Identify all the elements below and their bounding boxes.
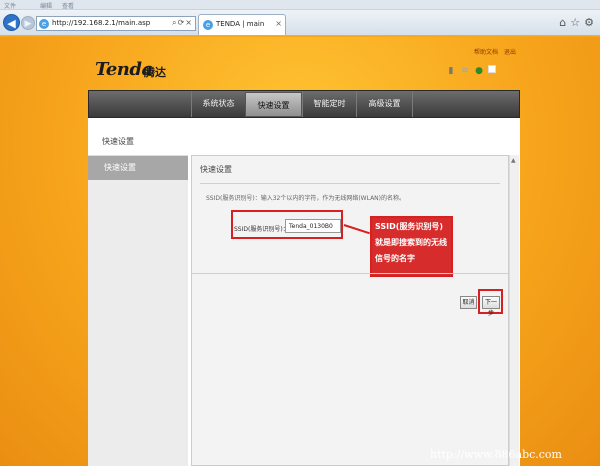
ssid-description: SSID(服务识别号)：输入32个以内的字符，作为无线网络(WLAN)的名称。 — [206, 195, 406, 202]
browser-toolbar: ◀ ▶ e http://192.168.2.1/main.asp ⌕⟳× e … — [0, 10, 600, 36]
help-link[interactable]: 帮助文档 — [474, 49, 498, 56]
wifi-icon: ≋ — [461, 66, 469, 76]
tab-system-status[interactable]: 系统状态 — [191, 91, 245, 117]
ssid-callout: SSID(服务识别号)就是即搜索到的无线信号的名字 — [370, 216, 453, 277]
home-icon[interactable]: ⌂ — [559, 16, 566, 29]
main-navigation: 系统状态 快速设置 智能定时 高级设置 — [88, 90, 520, 118]
header-links: 帮助文档 退出 — [474, 47, 522, 56]
globe-icon: ● — [475, 66, 483, 76]
menu-item-edit[interactable]: 编辑 — [40, 1, 52, 10]
status-icons: ▮ ≋ ● — [446, 65, 500, 76]
nav-divider — [412, 91, 413, 117]
settings-gear-icon[interactable]: ⚙ — [584, 16, 594, 29]
back-button[interactable]: ◀ — [3, 14, 20, 31]
content-panel: 快速设置 快速设置 快速设置 SSID(服务识别号)：输入32个以内的字符，作为… — [88, 118, 520, 466]
left-sidebar: 快速设置 — [88, 155, 188, 466]
tab-smart-timer[interactable]: 智能定时 — [302, 91, 356, 117]
sidebar-item-quick-setup[interactable]: 快速设置 — [88, 156, 188, 180]
menu-item-file[interactable]: 文件 — [4, 1, 16, 10]
address-text[interactable]: http://192.168.2.1/main.asp — [52, 19, 150, 27]
browser-tool-icons: ⌂ ☆ ⚙ — [555, 16, 594, 29]
tab-quick-setup[interactable]: 快速设置 — [245, 92, 302, 117]
section-title: 快速设置 — [200, 165, 232, 174]
bottom-divider — [192, 273, 510, 274]
tab-ie-icon: e — [203, 20, 213, 30]
page-title: 快速设置 — [102, 137, 134, 146]
ie-icon: e — [39, 19, 49, 29]
settings-panel: 快速设置 SSID(服务识别号)：输入32个以内的字符，作为无线网络(WLAN)… — [191, 155, 510, 466]
scroll-up-icon[interactable]: ▲ — [511, 157, 516, 164]
browser-tab[interactable]: e TENDA | main × — [198, 14, 286, 35]
device-icon — [488, 65, 496, 73]
menu-item-view[interactable]: 查看 — [62, 1, 74, 10]
stop-icon[interactable]: × — [185, 18, 193, 27]
next-button[interactable]: 下一步 — [482, 296, 500, 317]
browser-menu-bar: 文件 编辑 查看 –□× — [0, 0, 600, 10]
forward-button[interactable]: ▶ — [21, 16, 35, 30]
panel-scrollbar[interactable]: ▲ — [509, 155, 519, 466]
section-divider — [200, 183, 500, 184]
tenda-logo-cn: 腾达 — [144, 66, 166, 79]
signal-bars-icon: ▮ — [448, 66, 454, 76]
tab-title: TENDA | main — [216, 20, 265, 28]
cancel-button[interactable]: 取消 — [460, 296, 477, 309]
callout-pointer — [343, 224, 370, 235]
address-bar[interactable]: e http://192.168.2.1/main.asp ⌕⟳× — [36, 16, 196, 31]
favorites-star-icon[interactable]: ☆ — [570, 16, 580, 29]
tab-close-icon[interactable]: × — [275, 19, 282, 28]
watermark-text: http://www.886abc.com — [430, 448, 562, 461]
logout-link[interactable]: 退出 — [504, 49, 516, 56]
ssid-input[interactable]: Tenda_0130B0 — [285, 219, 341, 233]
ssid-label: SSID(服务识别号)： — [234, 226, 289, 233]
tab-advanced-settings[interactable]: 高级设置 — [356, 91, 412, 117]
address-actions: ⌕⟳× — [172, 18, 193, 28]
